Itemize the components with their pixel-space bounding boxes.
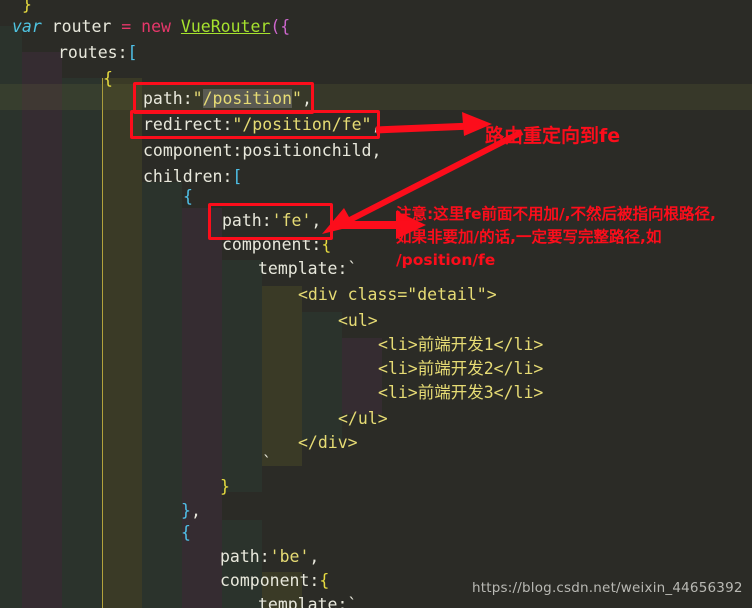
- code-line-1: var router = new VueRouter({: [12, 17, 291, 36]
- code-line-17: </ul>: [338, 409, 388, 428]
- code-line-5: redirect:"/position/fe",: [143, 115, 382, 134]
- code-line-11: template:`: [258, 259, 358, 278]
- code-line-25: template:`: [258, 595, 358, 608]
- code-line-10: component:{: [222, 235, 332, 254]
- code-line-24: component:{: [220, 571, 330, 590]
- code-line-18: </div>: [298, 433, 358, 452]
- code-line-3: {: [103, 69, 113, 88]
- code-text-layer: } var router = new VueRouter({ routes:[ …: [0, 0, 752, 608]
- watermark: https://blog.csdn.net/weixin_44656392: [472, 580, 743, 596]
- code-line-2: routes:[: [58, 43, 138, 62]
- code-line-9: path:'fe',: [222, 211, 322, 230]
- code-line-12: <div class="detail">: [298, 285, 497, 304]
- code-line-23: path:'be',: [220, 547, 320, 566]
- code-editor[interactable]: } var router = new VueRouter({ routes:[ …: [0, 0, 752, 608]
- code-line-4: path:"/position",: [143, 89, 312, 108]
- code-line-15: <li>前端开发2</li>: [378, 359, 544, 378]
- code-line-20: }: [220, 477, 230, 496]
- code-line-6: component:positionchild,: [143, 141, 382, 160]
- code-line-14: <li>前端开发1</li>: [378, 335, 544, 354]
- code-line-19: `: [262, 453, 272, 472]
- code-line-16: <li>前端开发3</li>: [378, 383, 544, 402]
- code-line-8: {: [183, 187, 193, 206]
- code-line-22: {: [181, 523, 191, 542]
- code-line-13: <ul>: [338, 311, 378, 330]
